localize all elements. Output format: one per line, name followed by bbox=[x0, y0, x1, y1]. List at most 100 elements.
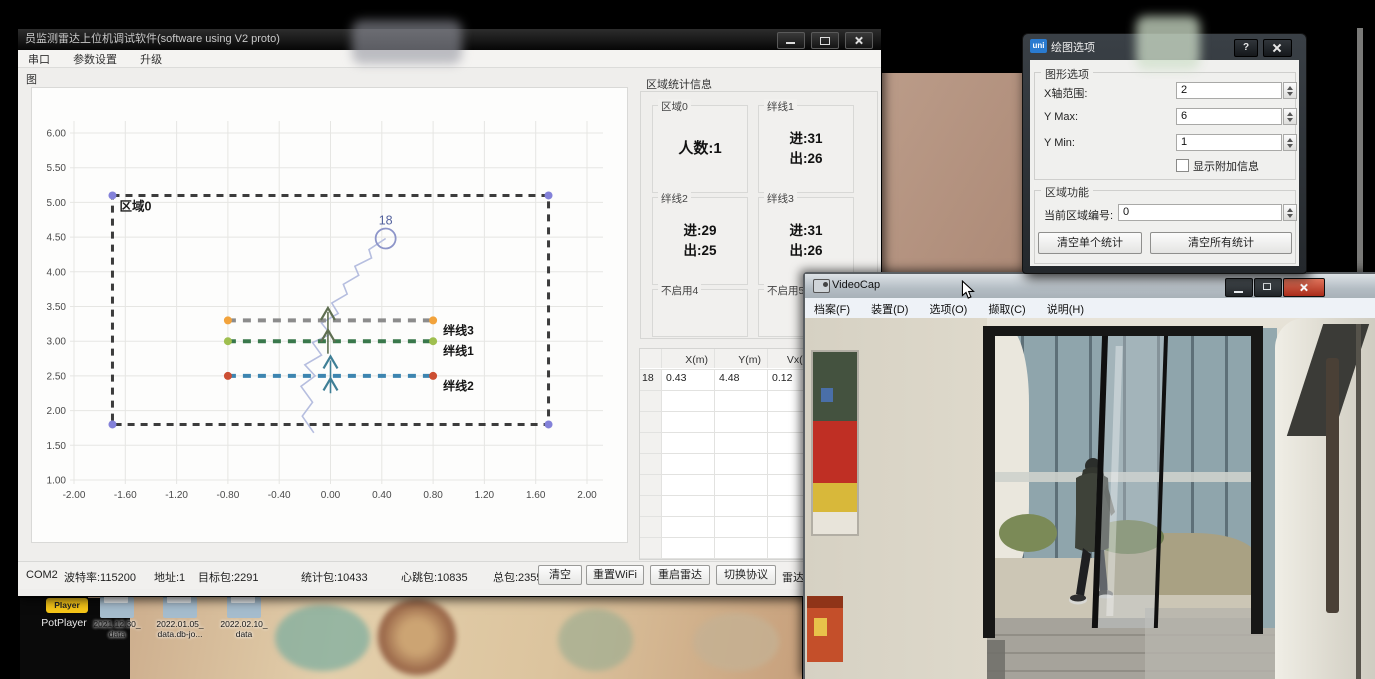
menu-device[interactable]: 装置(D) bbox=[862, 298, 917, 317]
folder-label[interactable]: 2022.02.10_ data bbox=[212, 619, 276, 639]
help-button[interactable]: ? bbox=[1234, 39, 1258, 57]
clear-all-stats-button[interactable]: 清空所有统计 bbox=[1150, 232, 1292, 254]
menu-serial-port[interactable]: 串口 bbox=[18, 50, 60, 68]
scene-door-frame-left bbox=[983, 326, 995, 638]
camera-icon bbox=[813, 279, 830, 293]
camera-feed bbox=[805, 318, 1375, 679]
scene-wall-seam bbox=[1356, 324, 1361, 679]
status-addr: 地址:1 bbox=[154, 569, 185, 585]
svg-text:绊线3: 绊线3 bbox=[443, 322, 474, 337]
menu-capture[interactable]: 撷取(C) bbox=[979, 298, 1034, 317]
scene-poster bbox=[811, 350, 859, 536]
svg-text:5.00: 5.00 bbox=[47, 198, 67, 209]
menu-help[interactable]: 说明(H) bbox=[1038, 298, 1093, 317]
videocap-titlebar[interactable]: VideoCap bbox=[805, 274, 1375, 299]
svg-text:0.40: 0.40 bbox=[372, 490, 392, 501]
svg-text:18: 18 bbox=[379, 213, 393, 227]
tracking-chart-panel: -2.00-1.60-1.20-0.80-0.400.000.400.801.2… bbox=[31, 87, 628, 543]
videocap-window: VideoCap 档案(F) 装置(D) 选项(O) 撷取(C) 说明(H) bbox=[803, 272, 1375, 679]
scene-pipe bbox=[1326, 358, 1339, 613]
svg-text:4.00: 4.00 bbox=[47, 267, 67, 278]
potplayer-icon[interactable]: Player bbox=[46, 598, 88, 613]
menu-options[interactable]: 选项(O) bbox=[920, 298, 976, 317]
svg-text:0.80: 0.80 bbox=[423, 490, 443, 501]
svg-text:1.50: 1.50 bbox=[47, 441, 67, 452]
maximize-button[interactable] bbox=[811, 32, 839, 49]
desktop: 员监测雷达上位机调试软件(software using V2 proto) 串口… bbox=[0, 0, 1375, 679]
stat-box-disabled4: 不启用4 bbox=[652, 289, 748, 337]
folder-icon[interactable] bbox=[227, 597, 261, 618]
blurred-region bbox=[352, 20, 462, 64]
tripwire3-out: 出:26 bbox=[789, 241, 822, 261]
y-min-input[interactable]: 1 bbox=[1176, 134, 1282, 151]
folder-label[interactable]: 2022.01.05_ data.db-jo... bbox=[148, 619, 212, 639]
status-bar: COM2 波特率:115200 地址:1 目标包:2291 统计包:10433 … bbox=[18, 561, 881, 589]
dialog-content: 图形选项 X轴范围: 2 Y Max: 6 Y Min: 1 显示附加信息 区域… bbox=[1030, 60, 1299, 266]
scene-planter bbox=[999, 514, 1057, 552]
videocap-title: VideoCap bbox=[832, 279, 880, 291]
switch-protocol-button[interactable]: 切换协议 bbox=[716, 565, 776, 585]
svg-text:2.50: 2.50 bbox=[47, 371, 67, 382]
y-min-spinner[interactable] bbox=[1283, 134, 1297, 151]
minimize-button[interactable] bbox=[777, 32, 805, 49]
scene-door-frame-top bbox=[983, 326, 1263, 336]
svg-text:区域0: 区域0 bbox=[119, 198, 151, 213]
status-baud: 波特率:115200 bbox=[64, 569, 136, 585]
videocap-minimize-button[interactable] bbox=[1225, 278, 1253, 297]
y-max-input[interactable]: 6 bbox=[1176, 108, 1282, 125]
svg-text:-2.00: -2.00 bbox=[63, 490, 86, 501]
restart-radar-button[interactable]: 重启雷达 bbox=[650, 565, 710, 585]
radar-debug-window: 员监测雷达上位机调试软件(software using V2 proto) 串口… bbox=[17, 28, 882, 597]
svg-text:3.00: 3.00 bbox=[47, 337, 67, 348]
current-region-spinner[interactable] bbox=[1283, 204, 1297, 221]
view-label: 图 bbox=[26, 71, 37, 87]
mouse-cursor bbox=[961, 280, 975, 300]
menu-parameter-settings[interactable]: 参数设置 bbox=[63, 50, 127, 68]
close-button[interactable] bbox=[845, 32, 873, 49]
menu-file[interactable]: 档案(F) bbox=[805, 298, 859, 317]
clear-button[interactable]: 清空 bbox=[538, 565, 582, 585]
tripwire1-out: 出:26 bbox=[789, 149, 822, 169]
svg-text:2.00: 2.00 bbox=[577, 490, 597, 501]
current-region-input[interactable]: 0 bbox=[1118, 204, 1282, 221]
x-range-input[interactable]: 2 bbox=[1176, 82, 1282, 99]
status-target-packets: 目标包:2291 bbox=[198, 569, 259, 585]
status-port: COM2 bbox=[26, 569, 58, 581]
wallpaper-cup bbox=[558, 609, 633, 671]
videocap-close-button[interactable] bbox=[1283, 278, 1325, 297]
folder-icon[interactable] bbox=[100, 597, 134, 618]
tripwire3-in: 进:31 bbox=[789, 221, 822, 241]
svg-text:1.00: 1.00 bbox=[47, 476, 67, 487]
svg-text:1.20: 1.20 bbox=[475, 490, 495, 501]
scene-door-frame-right bbox=[1251, 326, 1263, 634]
folder-icon[interactable] bbox=[163, 597, 197, 618]
svg-text:-1.60: -1.60 bbox=[114, 490, 137, 501]
x-range-spinner[interactable] bbox=[1283, 82, 1297, 99]
stats-panel-title: 区域统计信息 bbox=[646, 76, 712, 92]
reset-wifi-button[interactable]: 重置WiFi bbox=[586, 565, 644, 585]
wallpaper-glass bbox=[275, 605, 370, 671]
tracking-chart: -2.00-1.60-1.20-0.80-0.400.000.400.801.2… bbox=[32, 88, 627, 542]
folder-label[interactable]: 2021.12.30_ data bbox=[85, 619, 149, 639]
row-id: 18 bbox=[640, 370, 662, 390]
y-max-spinner[interactable] bbox=[1283, 108, 1297, 125]
scene-fire-extinguisher-box bbox=[807, 596, 843, 662]
tripwire1-in: 进:31 bbox=[789, 129, 822, 149]
col-y: Y(m) bbox=[715, 349, 768, 368]
videocap-menu-bar: 档案(F) 装置(D) 选项(O) 撷取(C) 说明(H) bbox=[805, 298, 1375, 319]
svg-text:4.50: 4.50 bbox=[47, 233, 67, 244]
stat-box-tripwire2: 绊线2 进:29 出:25 bbox=[652, 197, 748, 285]
menu-upgrade[interactable]: 升级 bbox=[130, 50, 172, 68]
clear-single-stat-button[interactable]: 清空单个统计 bbox=[1038, 232, 1142, 254]
region0-count: 人数:1 bbox=[678, 139, 721, 159]
blurred-region bbox=[1136, 16, 1200, 70]
dialog-title: 绘图选项 bbox=[1051, 39, 1095, 55]
show-extra-info-checkbox[interactable] bbox=[1176, 159, 1189, 172]
dialog-close-button[interactable] bbox=[1263, 39, 1292, 57]
wallpaper-bowl bbox=[693, 613, 779, 671]
svg-text:1.60: 1.60 bbox=[526, 490, 546, 501]
videocap-maximize-button[interactable] bbox=[1254, 278, 1282, 297]
tripwire2-out: 出:25 bbox=[683, 241, 716, 261]
stat-box-region0: 区域0 人数:1 bbox=[652, 105, 748, 193]
svg-text:-0.80: -0.80 bbox=[217, 490, 240, 501]
